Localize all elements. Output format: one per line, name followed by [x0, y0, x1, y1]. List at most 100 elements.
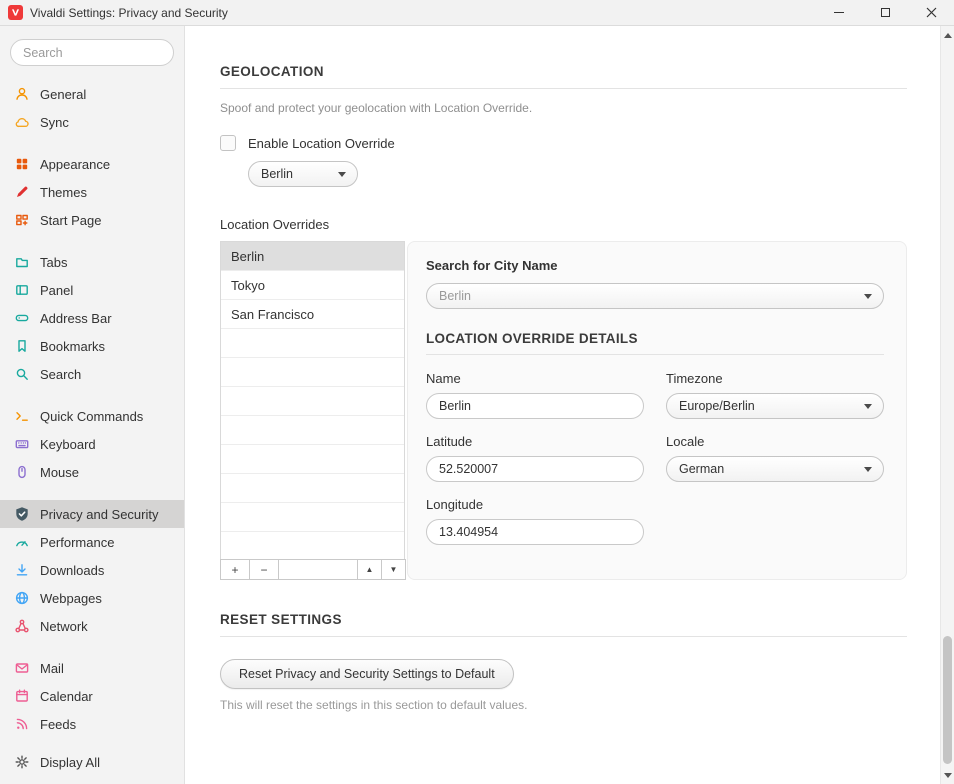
sidebar-groups: GeneralSync Appearance Themes Start Page Tab… [0, 80, 184, 752]
geolocation-heading: GEOLOCATION [220, 64, 907, 79]
sidebar-item-keyboard[interactable]: Keyboard [0, 430, 184, 458]
sidebar-item-label: Network [40, 619, 88, 634]
sidebar-item-sync[interactable]: Sync [0, 108, 184, 136]
titlebar: Vivaldi Settings: Privacy and Security [0, 0, 954, 26]
sidebar-item-appearance[interactable]: Appearance [0, 150, 184, 178]
latitude-field-group: Latitude [426, 434, 644, 482]
sidebar-item-label: Themes [40, 185, 87, 200]
general-icon [14, 86, 30, 102]
city-search-label: Search for City Name [426, 258, 884, 273]
location-overrides-panel: BerlinTokyoSan Francisco + − ▲ ▼ Search … [220, 241, 907, 580]
sidebar-item-themes[interactable]: Themes [0, 178, 184, 206]
timezone-label: Timezone [666, 371, 884, 386]
sidebar-item-panel[interactable]: Panel [0, 276, 184, 304]
toolbar-spacer [278, 559, 358, 580]
override-list-empty-row [221, 474, 404, 503]
reset-settings-section: RESET SETTINGS Reset Privacy and Securit… [220, 612, 907, 712]
remove-override-button[interactable]: − [249, 559, 279, 580]
chevron-down-icon [864, 404, 872, 409]
reset-settings-description: This will reset the settings in this sec… [220, 698, 907, 712]
sidebar-item-label: Performance [40, 535, 114, 550]
sidebar-item-search[interactable]: Search [0, 360, 184, 388]
calendar-icon [14, 688, 30, 704]
override-list-item[interactable]: Tokyo [221, 271, 404, 300]
sidebar-item-display-all[interactable]: Display All [0, 752, 184, 772]
search-input[interactable] [10, 39, 174, 66]
override-list-empty-row [221, 503, 404, 532]
sidebar-item-feeds[interactable]: Feeds [0, 710, 184, 738]
scroll-up-button[interactable] [941, 28, 954, 42]
minimize-button[interactable] [816, 0, 862, 25]
move-up-button[interactable]: ▲ [357, 559, 382, 580]
start-page-icon [14, 212, 30, 228]
quick-commands-icon [14, 408, 30, 424]
sidebar-item-label: Calendar [40, 689, 93, 704]
location-overrides-label: Location Overrides [220, 217, 907, 232]
keyboard-icon [14, 436, 30, 452]
geolocation-description: Spoof and protect your geolocation with … [220, 101, 907, 115]
sidebar-item-label: Mouse [40, 465, 79, 480]
sidebar-item-address-bar[interactable]: Address Bar [0, 304, 184, 332]
longitude-label: Longitude [426, 497, 644, 512]
sidebar-item-label: Tabs [40, 255, 67, 270]
name-input[interactable] [426, 393, 644, 419]
reset-settings-button[interactable]: Reset Privacy and Security Settings to D… [220, 659, 514, 689]
override-list-empty-row [221, 416, 404, 445]
sidebar: GeneralSync Appearance Themes Start Page Tab… [0, 26, 185, 784]
sidebar-item-quick-commands[interactable]: Quick Commands [0, 402, 184, 430]
location-overrides-list[interactable]: BerlinTokyoSan Francisco [220, 241, 405, 560]
sidebar-item-downloads[interactable]: Downloads [0, 556, 184, 584]
checkbox-box[interactable] [220, 135, 236, 151]
override-list-item[interactable]: Berlin [221, 242, 404, 271]
sidebar-item-mail[interactable]: Mail [0, 654, 184, 682]
sidebar-item-label: Keyboard [40, 437, 96, 452]
select-value: Berlin [261, 167, 293, 181]
sidebar-item-tabs[interactable]: Tabs [0, 248, 184, 276]
timezone-select[interactable]: Europe/Berlin [666, 393, 884, 419]
close-button[interactable] [908, 0, 954, 25]
sidebar-group: Tabs Panel Address Bar Bookmarks Search [0, 248, 184, 388]
longitude-input[interactable] [426, 519, 644, 545]
sidebar-item-label: Quick Commands [40, 409, 143, 424]
override-details-form: Name Timezone Europe/Berlin [426, 371, 884, 545]
sidebar-item-bookmarks[interactable]: Bookmarks [0, 332, 184, 360]
override-list-empty-row [221, 387, 404, 416]
divider [220, 88, 907, 89]
sidebar-item-calendar[interactable]: Calendar [0, 682, 184, 710]
latitude-input[interactable] [426, 456, 644, 482]
sidebar-item-webpages[interactable]: Webpages [0, 584, 184, 612]
divider [220, 636, 907, 637]
scrollbar-thumb[interactable] [943, 636, 952, 764]
sidebar-item-label: Bookmarks [40, 339, 105, 354]
sidebar-item-mouse[interactable]: Mouse [0, 458, 184, 486]
override-list-item[interactable]: San Francisco [221, 300, 404, 329]
enable-location-override-checkbox[interactable]: Enable Location Override [220, 135, 907, 151]
downloads-icon [14, 562, 30, 578]
feeds-icon [14, 716, 30, 732]
privacy-icon [14, 506, 30, 522]
move-down-button[interactable]: ▼ [381, 559, 406, 580]
sidebar-item-privacy-and-security[interactable]: Privacy and Security [0, 500, 184, 528]
chevron-down-icon [338, 172, 346, 177]
sidebar-item-network[interactable]: Network [0, 612, 184, 640]
maximize-button[interactable] [862, 0, 908, 25]
scroll-down-button[interactable] [941, 768, 954, 782]
vivaldi-logo-icon [8, 5, 23, 20]
sidebar-item-label: Downloads [40, 563, 104, 578]
tabs-icon [14, 254, 30, 270]
add-override-button[interactable]: + [220, 559, 250, 580]
timezone-field-group: Timezone Europe/Berlin [666, 371, 884, 419]
location-override-select[interactable]: Berlin [248, 161, 358, 187]
overrides-list-toolbar: + − ▲ ▼ [220, 559, 405, 580]
window-title: Vivaldi Settings: Privacy and Security [30, 6, 228, 20]
sidebar-item-start-page[interactable]: Start Page [0, 206, 184, 234]
sidebar-item-performance[interactable]: Performance [0, 528, 184, 556]
city-search-select[interactable]: Berlin [426, 283, 884, 309]
sidebar-item-label: Webpages [40, 591, 102, 606]
sidebar-item-general[interactable]: General [0, 80, 184, 108]
locale-select[interactable]: German [666, 456, 884, 482]
overrides-list-column: BerlinTokyoSan Francisco + − ▲ ▼ [220, 241, 405, 580]
select-value: German [679, 462, 724, 476]
sidebar-item-label: Panel [40, 283, 73, 298]
scrollbar[interactable] [940, 26, 954, 784]
